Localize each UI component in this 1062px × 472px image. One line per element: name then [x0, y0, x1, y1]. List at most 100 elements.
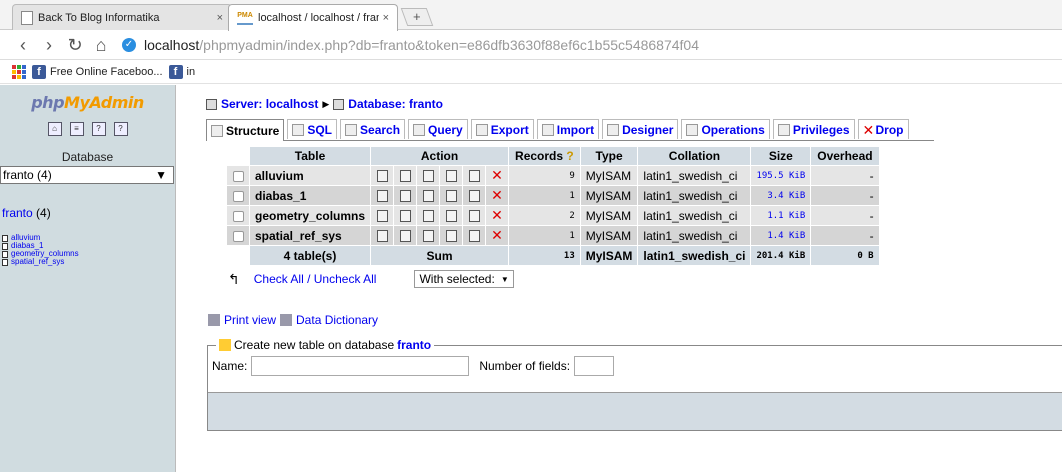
column-header-records[interactable]: Records ? — [509, 147, 580, 165]
main-content: Server: localhost ▶ Database: franto Str… — [176, 85, 1062, 472]
collation-value: latin1_swedish_ci — [638, 226, 751, 245]
search-icon[interactable] — [422, 170, 434, 183]
sidebar-table-item[interactable]: spatial_ref_sys — [2, 258, 175, 266]
data-dictionary-link[interactable]: Data Dictionary — [296, 313, 378, 327]
tab-close-icon[interactable]: × — [217, 12, 223, 24]
breadcrumb-separator: ▶ — [322, 98, 330, 109]
search-icon[interactable] — [422, 210, 434, 223]
database-select[interactable]: franto (4) ▼ — [0, 166, 174, 184]
check-all-link[interactable]: Check All / Uncheck All — [254, 272, 377, 286]
tab-search[interactable]: Search — [340, 119, 406, 139]
tab-export[interactable]: Export — [470, 119, 534, 139]
table-name[interactable]: spatial_ref_sys — [250, 226, 371, 245]
bookmark-in[interactable]: f in — [168, 64, 195, 79]
row-checkbox[interactable] — [232, 190, 244, 202]
tab-query[interactable]: Query — [408, 119, 468, 139]
browser-tab-phpmyadmin[interactable]: PMA localhost / localhost / fran × — [228, 4, 398, 31]
back-arrow-icon[interactable]: ‹ — [10, 31, 36, 59]
size-value[interactable]: 195.5 KiB — [751, 166, 811, 185]
size-value[interactable]: 1.1 KiB — [751, 206, 811, 225]
new-tab-button[interactable]: + — [400, 8, 434, 26]
reload-icon[interactable]: ↻ — [62, 31, 88, 59]
summary-collation: latin1_swedish_ci — [638, 246, 751, 265]
database-tabs: Structure SQL Search Query Export Import… — [206, 119, 934, 141]
structure-icon[interactable] — [399, 190, 411, 203]
tab-title: Back To Blog Informatika — [38, 11, 160, 24]
empty-icon[interactable] — [468, 230, 480, 243]
search-icon[interactable] — [422, 230, 434, 243]
table-name-input[interactable] — [251, 356, 470, 376]
query-icon — [413, 123, 426, 136]
tab-structure[interactable]: Structure — [206, 119, 285, 141]
docs-sql-icon[interactable]: ? — [113, 122, 128, 136]
url-field[interactable]: localhost/phpmyadmin/index.php?db=franto… — [144, 37, 699, 53]
table-name[interactable]: alluvium — [250, 166, 371, 185]
delete-icon[interactable]: ✕ — [491, 187, 503, 203]
tab-close-icon[interactable]: × — [383, 12, 389, 24]
tab-operations[interactable]: Operations — [681, 119, 770, 139]
dropdown-arrow-icon: ▼ — [500, 274, 509, 284]
tab-drop[interactable]: ✕ Drop — [857, 119, 909, 139]
empty-icon[interactable] — [468, 210, 480, 223]
column-header-overhead[interactable]: Overhead — [811, 147, 879, 165]
delete-icon[interactable]: ✕ — [491, 227, 503, 243]
type-value: MyISAM — [580, 186, 638, 205]
bulk-actions-row: ↰ Check All / Uncheck All With selected:… — [228, 270, 1062, 288]
size-value[interactable]: 1.4 KiB — [751, 226, 811, 245]
column-header-table[interactable]: Table — [250, 147, 371, 165]
browse-icon[interactable] — [376, 230, 388, 243]
sql-query-icon[interactable]: ≡ — [69, 122, 84, 136]
row-checkbox[interactable] — [232, 230, 244, 242]
structure-icon[interactable] — [399, 210, 411, 223]
row-checkbox[interactable] — [232, 210, 244, 222]
table-name[interactable]: diabas_1 — [250, 186, 371, 205]
records-value: 9 — [509, 166, 580, 185]
with-selected-select[interactable]: With selected: ▼ — [414, 270, 514, 288]
delete-icon[interactable]: ✕ — [491, 167, 503, 183]
column-header-type[interactable]: Type — [580, 147, 638, 165]
browse-icon[interactable] — [376, 170, 388, 183]
structure-icon[interactable] — [399, 170, 411, 183]
tab-import[interactable]: Import — [536, 119, 600, 139]
sum-label: Sum — [371, 246, 509, 265]
browse-icon[interactable] — [376, 210, 388, 223]
column-header-size[interactable]: Size — [751, 147, 811, 165]
tab-sql[interactable]: SQL — [287, 119, 338, 139]
database-link[interactable]: franto (4) — [2, 206, 175, 220]
tab-privileges[interactable]: Privileges — [772, 119, 855, 139]
breadcrumb-database[interactable]: Database: franto — [348, 97, 443, 111]
browser-tab-blog[interactable]: Back To Blog Informatika × — [12, 4, 232, 30]
home-icon[interactable]: ⌂ — [47, 122, 62, 136]
insert-icon[interactable] — [445, 230, 457, 243]
forward-arrow-icon[interactable]: › — [36, 31, 62, 59]
breadcrumb-server[interactable]: Server: localhost — [221, 97, 318, 111]
secure-check-icon: ✓ — [122, 37, 136, 52]
insert-icon[interactable] — [445, 210, 457, 223]
column-header-collation[interactable]: Collation — [638, 147, 751, 165]
row-checkbox[interactable] — [232, 170, 244, 182]
bookmark-facebook[interactable]: f Free Online Faceboo... — [32, 64, 163, 79]
type-value: MyISAM — [580, 226, 638, 245]
home-icon[interactable]: ⌂ — [88, 31, 114, 59]
browse-icon[interactable] — [376, 190, 388, 203]
delete-icon[interactable]: ✕ — [491, 207, 503, 223]
sidebar-table-list: alluvium diabas_1 geometry_columns spati… — [2, 234, 175, 266]
number-of-fields-input[interactable] — [574, 356, 615, 376]
phpmyadmin-logo[interactable]: phpMyAdmin — [0, 93, 175, 112]
table-name[interactable]: geometry_columns — [250, 206, 371, 225]
print-view-link[interactable]: Print view — [224, 313, 276, 327]
collation-value: latin1_swedish_ci — [638, 186, 751, 205]
records-value: 2 — [509, 206, 580, 225]
insert-icon[interactable] — [445, 170, 457, 183]
docs-icon[interactable]: ? — [91, 122, 106, 136]
tab-designer[interactable]: Designer — [602, 119, 679, 139]
apps-grid-icon[interactable] — [12, 64, 26, 79]
search-icon[interactable] — [422, 190, 434, 203]
insert-icon[interactable] — [445, 190, 457, 203]
help-icon[interactable]: ? — [563, 149, 573, 163]
empty-icon[interactable] — [468, 170, 480, 183]
size-value[interactable]: 3.4 KiB — [751, 186, 811, 205]
server-icon — [206, 98, 217, 110]
empty-icon[interactable] — [468, 190, 480, 203]
structure-icon[interactable] — [399, 230, 411, 243]
